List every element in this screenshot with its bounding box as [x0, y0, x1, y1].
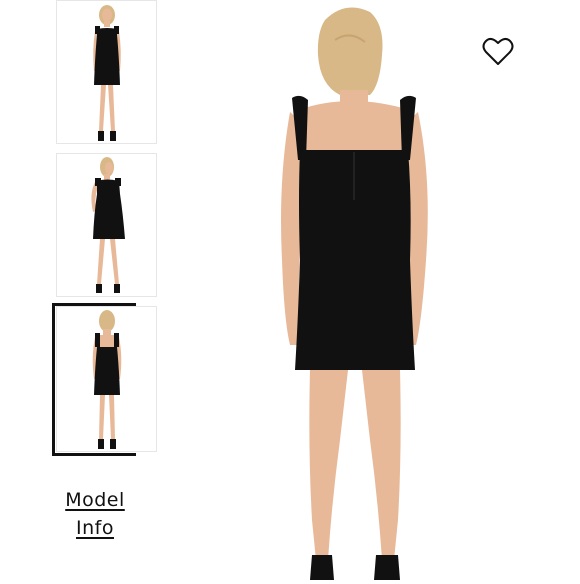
model-side-image	[91, 157, 125, 293]
model-info-line1: Model	[65, 489, 125, 511]
wishlist-button[interactable]	[482, 37, 514, 67]
model-back-image	[92, 310, 122, 449]
thumbnail-back[interactable]	[56, 306, 157, 452]
thumbnail-side[interactable]	[56, 153, 157, 297]
heart-icon	[482, 37, 514, 65]
thumbnail-front[interactable]	[56, 0, 157, 144]
main-product-image	[240, 0, 470, 580]
model-front-image	[93, 5, 121, 141]
model-info-line2: Info	[76, 517, 114, 539]
model-back-view-image	[281, 7, 428, 580]
model-info-link[interactable]: Model Info	[50, 486, 140, 542]
